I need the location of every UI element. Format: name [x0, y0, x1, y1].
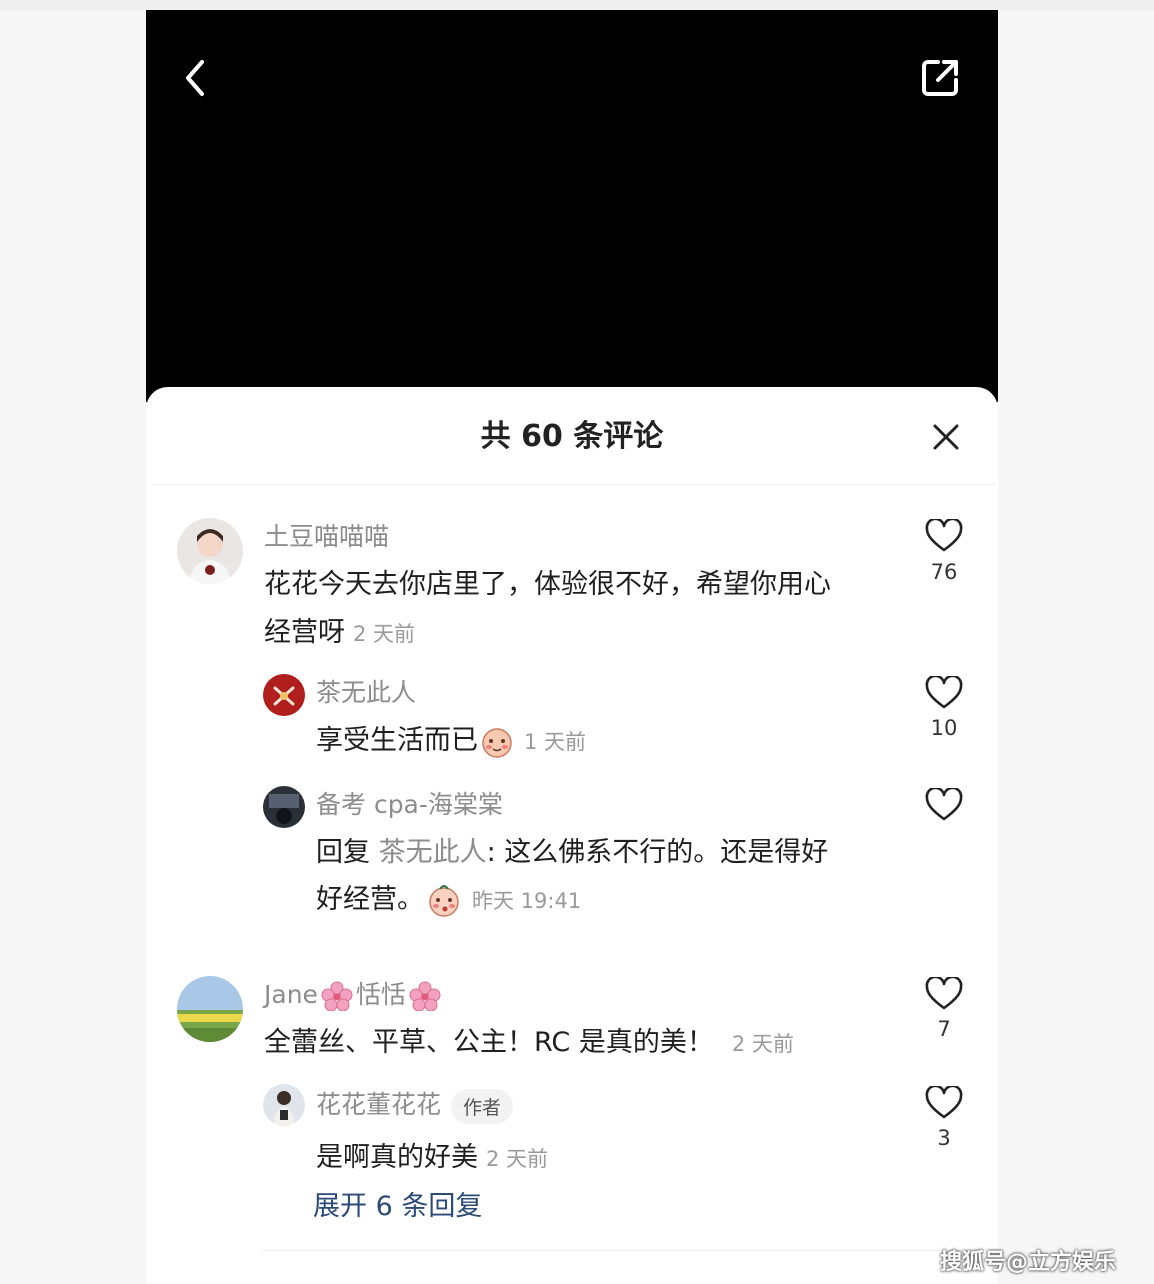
- username-part: 恬恬: [355, 980, 406, 1009]
- reply-username[interactable]: 花花董花花 作者: [316, 1085, 514, 1124]
- comment-text-line: 经营呀 2 天前: [264, 610, 415, 649]
- avatar[interactable]: [177, 976, 243, 1042]
- comment-time: 2 天前: [353, 622, 416, 646]
- watermark: 搜狐号@立方娱乐: [940, 1250, 1117, 1275]
- bottom-divider: [262, 1250, 962, 1251]
- reply-username[interactable]: 备考 cpa-海棠棠: [316, 785, 503, 821]
- reply-text-line: 回复 茶无此人: 这么佛系不行的。还是得好: [316, 830, 828, 869]
- reply-text: : 这么佛系不行的。还是得好: [486, 837, 829, 868]
- reply-text: 好经营。: [316, 884, 424, 915]
- chevron-left-icon[interactable]: [178, 56, 214, 100]
- share-icon[interactable]: [918, 56, 962, 100]
- video-area[interactable]: [146, 10, 998, 402]
- comment-time: 2 天前: [731, 1032, 794, 1056]
- close-icon[interactable]: [930, 421, 962, 453]
- like-count: 7: [937, 1017, 951, 1041]
- heart-icon[interactable]: [925, 676, 963, 710]
- top-strip: [0, 0, 1154, 10]
- username-part: Jane: [264, 980, 318, 1009]
- blushing-face-icon: [482, 727, 512, 758]
- comment-text-line: 花花今天去你店里了，体验很不好，希望你用心: [264, 569, 831, 600]
- sheet-title: 共 60 条评论: [480, 419, 664, 454]
- reply-text-line: 好经营。 昨天 19:41: [316, 877, 581, 919]
- reply-text-line: 享受生活而已 1 天前: [316, 718, 586, 759]
- heart-icon[interactable]: [925, 519, 963, 553]
- header-divider: [150, 484, 996, 485]
- cherry-blossom-icon: [409, 981, 441, 1011]
- heart-icon[interactable]: [925, 788, 963, 822]
- comment-text: 全蕾丝、平草、公主！RC 是真的美！: [264, 1027, 714, 1058]
- author-badge: 作者: [451, 1088, 514, 1124]
- like-count: 10: [930, 716, 958, 740]
- reply-text-line: 是啊真的好美 2 天前: [316, 1135, 548, 1174]
- reply-text: 是啊真的好美: [316, 1142, 478, 1173]
- pouting-face-icon: [429, 884, 459, 917]
- heart-icon[interactable]: [925, 977, 963, 1011]
- reply-time: 1 天前: [524, 730, 587, 754]
- reply-time: 昨天 19:41: [472, 889, 582, 913]
- comment-username[interactable]: Jane 恬恬: [264, 975, 444, 1011]
- reply-to-user[interactable]: 茶无此人: [379, 837, 487, 868]
- reply-prefix: 回复: [316, 837, 379, 868]
- reply-username[interactable]: 茶无此人: [316, 673, 416, 709]
- reply-text: 享受生活而已: [316, 725, 478, 756]
- comment-text: 经营呀: [264, 617, 345, 648]
- heart-icon[interactable]: [925, 1086, 963, 1120]
- like-count: 3: [937, 1126, 951, 1150]
- comment-username[interactable]: 土豆喵喵喵: [264, 517, 389, 553]
- reply-time: 2 天前: [486, 1147, 549, 1171]
- expand-replies-link[interactable]: 展开 6 条回复: [313, 1184, 482, 1223]
- like-count: 76: [930, 560, 958, 584]
- avatar[interactable]: [177, 518, 243, 584]
- avatar[interactable]: [263, 786, 305, 828]
- username-text: 花花董花花: [316, 1090, 442, 1119]
- cherry-blossom-icon: [321, 981, 353, 1011]
- avatar[interactable]: [263, 1084, 305, 1126]
- avatar[interactable]: [263, 674, 305, 716]
- comment-text-line: 全蕾丝、平草、公主！RC 是真的美！ 2 天前: [264, 1020, 794, 1059]
